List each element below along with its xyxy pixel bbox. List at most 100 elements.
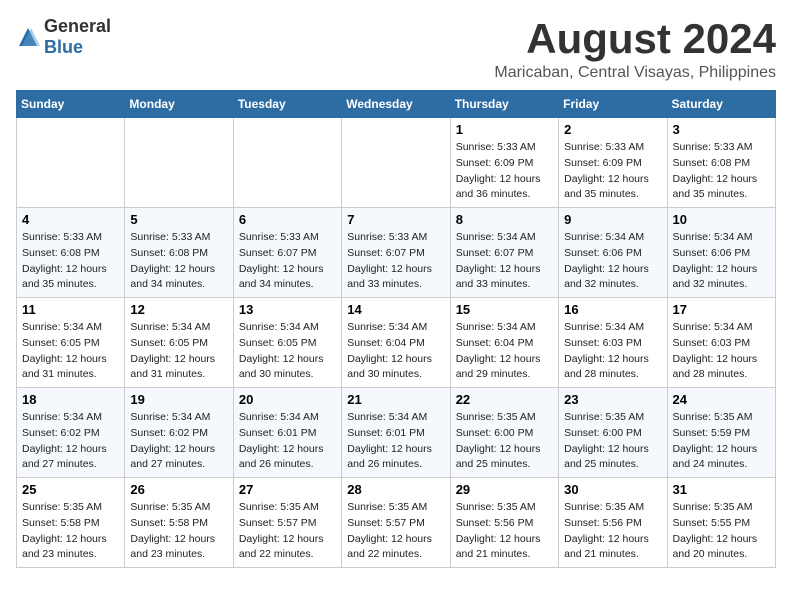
- day-number: 23: [564, 392, 661, 407]
- logo-icon: [16, 25, 40, 49]
- calendar-day-cell: 19 Sunrise: 5:34 AMSunset: 6:02 PMDayligh…: [125, 388, 233, 478]
- calendar-day-header: Thursday: [450, 91, 558, 118]
- calendar-day-cell: [342, 118, 450, 208]
- day-info: Sunrise: 5:33 AMSunset: 6:08 PMDaylight:…: [673, 140, 770, 203]
- day-number: 29: [456, 482, 553, 497]
- calendar-day-cell: 10 Sunrise: 5:34 AMSunset: 6:06 PMDayligh…: [667, 208, 775, 298]
- day-info: Sunrise: 5:34 AMSunset: 6:05 PMDaylight:…: [130, 320, 227, 383]
- day-number: 20: [239, 392, 336, 407]
- calendar-day-header: Monday: [125, 91, 233, 118]
- day-number: 31: [673, 482, 770, 497]
- day-info: Sunrise: 5:34 AMSunset: 6:03 PMDaylight:…: [673, 320, 770, 383]
- day-number: 16: [564, 302, 661, 317]
- calendar-day-cell: 21 Sunrise: 5:34 AMSunset: 6:01 PMDayligh…: [342, 388, 450, 478]
- day-number: 21: [347, 392, 444, 407]
- day-info: Sunrise: 5:34 AMSunset: 6:04 PMDaylight:…: [347, 320, 444, 383]
- day-info: Sunrise: 5:34 AMSunset: 6:07 PMDaylight:…: [456, 230, 553, 293]
- day-info: Sunrise: 5:33 AMSunset: 6:09 PMDaylight:…: [456, 140, 553, 203]
- day-number: 13: [239, 302, 336, 317]
- day-info: Sunrise: 5:34 AMSunset: 6:05 PMDaylight:…: [239, 320, 336, 383]
- day-info: Sunrise: 5:33 AMSunset: 6:07 PMDaylight:…: [347, 230, 444, 293]
- calendar-day-cell: 7 Sunrise: 5:33 AMSunset: 6:07 PMDaylight…: [342, 208, 450, 298]
- calendar-day-cell: 11 Sunrise: 5:34 AMSunset: 6:05 PMDayligh…: [17, 298, 125, 388]
- calendar-day-cell: 20 Sunrise: 5:34 AMSunset: 6:01 PMDayligh…: [233, 388, 341, 478]
- day-info: Sunrise: 5:34 AMSunset: 6:05 PMDaylight:…: [22, 320, 119, 383]
- calendar-day-header: Wednesday: [342, 91, 450, 118]
- calendar-day-header: Sunday: [17, 91, 125, 118]
- calendar-day-cell: 31Sunrise: 5:35 AMSunset: 5:55 PMDayligh…: [667, 478, 775, 568]
- day-number: 10: [673, 212, 770, 227]
- day-number: 27: [239, 482, 336, 497]
- calendar-day-cell: 26 Sunrise: 5:35 AMSunset: 5:58 PMDayligh…: [125, 478, 233, 568]
- calendar-day-cell: 4Sunrise: 5:33 AMSunset: 6:08 PMDaylight…: [17, 208, 125, 298]
- calendar-day-cell: 24Sunrise: 5:35 AMSunset: 5:59 PMDayligh…: [667, 388, 775, 478]
- calendar-day-cell: 27 Sunrise: 5:35 AMSunset: 5:57 PMDayligh…: [233, 478, 341, 568]
- day-number: 19: [130, 392, 227, 407]
- day-info: Sunrise: 5:35 AMSunset: 5:56 PMDaylight:…: [456, 500, 553, 563]
- calendar-week-row: 11 Sunrise: 5:34 AMSunset: 6:05 PMDayligh…: [17, 298, 776, 388]
- day-number: 30: [564, 482, 661, 497]
- day-info: Sunrise: 5:35 AMSunset: 5:57 PMDaylight:…: [347, 500, 444, 563]
- day-number: 22: [456, 392, 553, 407]
- month-year: August 2024: [494, 16, 776, 62]
- day-number: 7: [347, 212, 444, 227]
- day-info: Sunrise: 5:34 AMSunset: 6:06 PMDaylight:…: [673, 230, 770, 293]
- day-number: 15: [456, 302, 553, 317]
- day-info: Sunrise: 5:35 AMSunset: 5:58 PMDaylight:…: [130, 500, 227, 563]
- title-block: August 2024 Maricaban, Central Visayas, …: [494, 16, 776, 82]
- day-number: 17: [673, 302, 770, 317]
- calendar-day-cell: 5 Sunrise: 5:33 AMSunset: 6:08 PMDaylight…: [125, 208, 233, 298]
- calendar-week-row: 25Sunrise: 5:35 AMSunset: 5:58 PMDayligh…: [17, 478, 776, 568]
- calendar-day-cell: 22Sunrise: 5:35 AMSunset: 6:00 PMDayligh…: [450, 388, 558, 478]
- day-number: 9: [564, 212, 661, 227]
- day-number: 1: [456, 122, 553, 137]
- calendar-day-cell: 15 Sunrise: 5:34 AMSunset: 6:04 PMDayligh…: [450, 298, 558, 388]
- calendar-table: SundayMondayTuesdayWednesdayThursdayFrid…: [16, 90, 776, 568]
- calendar-day-cell: [17, 118, 125, 208]
- calendar-day-cell: 14 Sunrise: 5:34 AMSunset: 6:04 PMDayligh…: [342, 298, 450, 388]
- calendar-day-cell: 17 Sunrise: 5:34 AMSunset: 6:03 PMDayligh…: [667, 298, 775, 388]
- calendar-header-row: SundayMondayTuesdayWednesdayThursdayFrid…: [17, 91, 776, 118]
- calendar-day-cell: 8 Sunrise: 5:34 AMSunset: 6:07 PMDaylight…: [450, 208, 558, 298]
- calendar-day-cell: 9 Sunrise: 5:34 AMSunset: 6:06 PMDaylight…: [559, 208, 667, 298]
- day-number: 5: [130, 212, 227, 227]
- day-info: Sunrise: 5:35 AMSunset: 5:56 PMDaylight:…: [564, 500, 661, 563]
- day-info: Sunrise: 5:35 AMSunset: 5:57 PMDaylight:…: [239, 500, 336, 563]
- day-number: 2: [564, 122, 661, 137]
- calendar-day-cell: 18 Sunrise: 5:34 AMSunset: 6:02 PMDayligh…: [17, 388, 125, 478]
- day-number: 11: [22, 302, 119, 317]
- calendar-day-header: Tuesday: [233, 91, 341, 118]
- logo-text-general: General: [44, 16, 111, 36]
- day-info: Sunrise: 5:35 AMSunset: 6:00 PMDaylight:…: [564, 410, 661, 473]
- calendar-day-cell: 1 Sunrise: 5:33 AMSunset: 6:09 PMDaylight…: [450, 118, 558, 208]
- calendar-day-cell: 23 Sunrise: 5:35 AMSunset: 6:00 PMDayligh…: [559, 388, 667, 478]
- logo: General Blue: [16, 16, 111, 58]
- day-number: 4: [22, 212, 119, 227]
- day-number: 14: [347, 302, 444, 317]
- day-number: 26: [130, 482, 227, 497]
- day-info: Sunrise: 5:33 AMSunset: 6:09 PMDaylight:…: [564, 140, 661, 203]
- day-info: Sunrise: 5:33 AMSunset: 6:08 PMDaylight:…: [130, 230, 227, 293]
- day-number: 24: [673, 392, 770, 407]
- calendar-week-row: 18 Sunrise: 5:34 AMSunset: 6:02 PMDayligh…: [17, 388, 776, 478]
- day-number: 18: [22, 392, 119, 407]
- calendar-day-cell: 30 Sunrise: 5:35 AMSunset: 5:56 PMDayligh…: [559, 478, 667, 568]
- calendar-day-cell: 2 Sunrise: 5:33 AMSunset: 6:09 PMDaylight…: [559, 118, 667, 208]
- calendar-day-cell: 25Sunrise: 5:35 AMSunset: 5:58 PMDayligh…: [17, 478, 125, 568]
- day-info: Sunrise: 5:35 AMSunset: 5:58 PMDaylight:…: [22, 500, 119, 563]
- calendar-day-cell: 13 Sunrise: 5:34 AMSunset: 6:05 PMDayligh…: [233, 298, 341, 388]
- day-info: Sunrise: 5:34 AMSunset: 6:02 PMDaylight:…: [22, 410, 119, 473]
- day-number: 8: [456, 212, 553, 227]
- day-info: Sunrise: 5:34 AMSunset: 6:01 PMDaylight:…: [239, 410, 336, 473]
- calendar-day-cell: 16 Sunrise: 5:34 AMSunset: 6:03 PMDayligh…: [559, 298, 667, 388]
- day-info: Sunrise: 5:34 AMSunset: 6:02 PMDaylight:…: [130, 410, 227, 473]
- day-info: Sunrise: 5:34 AMSunset: 6:03 PMDaylight:…: [564, 320, 661, 383]
- calendar-day-cell: [233, 118, 341, 208]
- calendar-day-header: Saturday: [667, 91, 775, 118]
- day-info: Sunrise: 5:34 AMSunset: 6:06 PMDaylight:…: [564, 230, 661, 293]
- calendar-day-cell: 12Sunrise: 5:34 AMSunset: 6:05 PMDayligh…: [125, 298, 233, 388]
- day-info: Sunrise: 5:34 AMSunset: 6:04 PMDaylight:…: [456, 320, 553, 383]
- location: Maricaban, Central Visayas, Philippines: [494, 64, 776, 82]
- day-info: Sunrise: 5:34 AMSunset: 6:01 PMDaylight:…: [347, 410, 444, 473]
- day-number: 28: [347, 482, 444, 497]
